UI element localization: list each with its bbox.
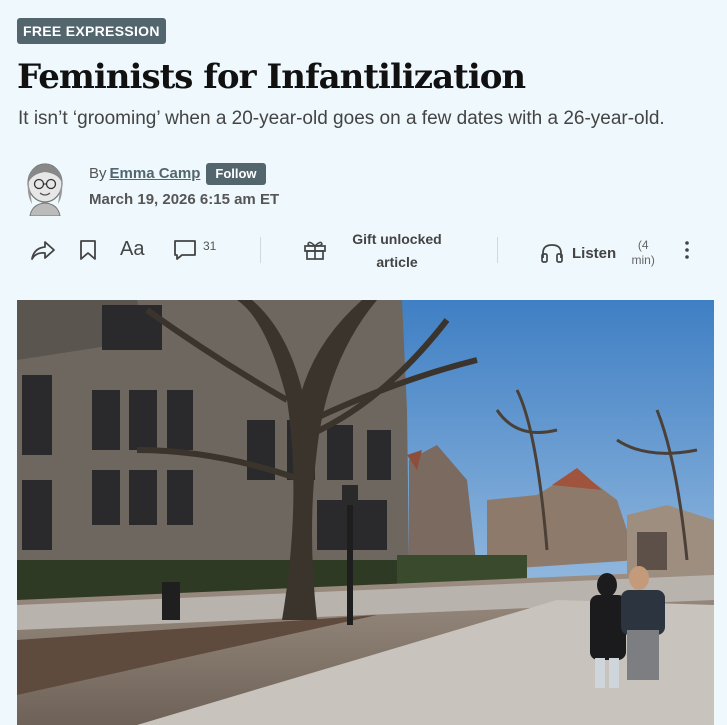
article-toolbar: Aa 31 Gift unlocked article Listen (4 mi… [0, 228, 727, 274]
author-portrait-sketch [27, 163, 63, 217]
campus-photo [17, 300, 714, 725]
comment-icon [173, 239, 197, 261]
comments-button[interactable]: 31 [173, 239, 216, 261]
comment-count: 31 [203, 239, 217, 253]
toolbar-divider [497, 237, 498, 263]
publish-date: March 19, 2026 6:15 am ET [89, 191, 280, 208]
author-avatar[interactable] [22, 160, 68, 217]
follow-button[interactable]: Follow [206, 163, 266, 185]
more-options-button[interactable] [680, 239, 694, 261]
listen-duration: (4 min) [616, 238, 658, 268]
share-button[interactable] [30, 239, 56, 261]
section-badge[interactable]: FREE EXPRESSION [17, 18, 166, 44]
bookmark-icon [79, 239, 97, 261]
bookmark-button[interactable] [79, 239, 97, 261]
more-vertical-icon [680, 239, 694, 261]
byline: By Emma Camp Follow [89, 163, 266, 185]
hero-image [17, 300, 714, 725]
gift-article-icon-button[interactable] [303, 239, 327, 261]
listen-button[interactable]: Listen (4 min) [540, 238, 658, 268]
share-icon [30, 239, 56, 261]
byline-prefix: By [89, 165, 107, 182]
listen-duration-line1: (4 [637, 238, 649, 252]
text-size-label: Aa [120, 238, 145, 260]
listen-label: Listen [572, 244, 617, 262]
author-link[interactable]: Emma Camp [110, 164, 201, 184]
page-title: Feminists for Infantilization [17, 57, 526, 97]
toolbar-divider [260, 237, 261, 263]
headphones-icon [540, 242, 564, 264]
gift-icon [303, 239, 327, 261]
text-size-button[interactable]: Aa [120, 238, 144, 261]
gift-article-button[interactable]: Gift unlocked article [342, 228, 452, 274]
gift-label-line1: Gift unlocked [352, 231, 442, 247]
listen-duration-line2: min) [631, 253, 655, 267]
gift-label-line2: article [376, 254, 418, 270]
article-dek: It isn’t ‘grooming’ when a 20-year-old g… [18, 108, 665, 129]
